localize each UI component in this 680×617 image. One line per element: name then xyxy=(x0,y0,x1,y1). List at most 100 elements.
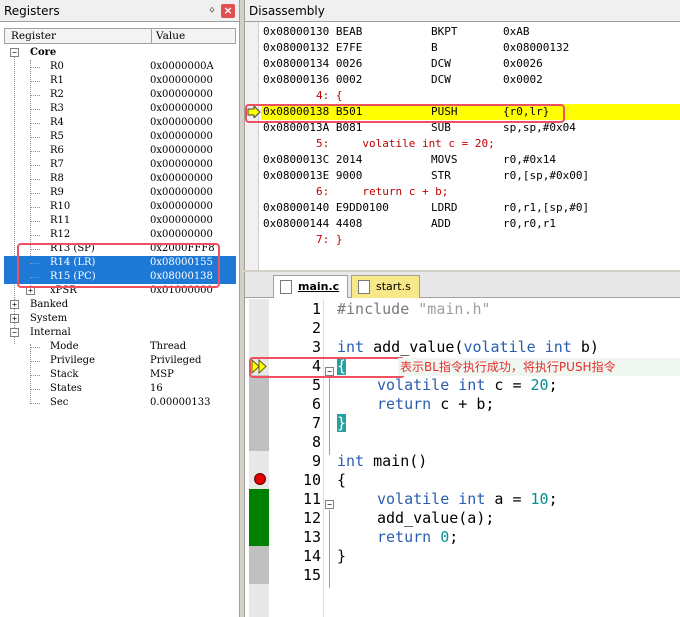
tree-node-internal[interactable]: − Internal xyxy=(4,326,236,340)
push-callout-box xyxy=(245,104,565,123)
fold-toggle-icon[interactable]: − xyxy=(325,500,334,509)
disassembly-line[interactable]: 0x08000132 E7FE B 0x08000132 xyxy=(261,40,680,56)
register-value[interactable]: 0x00000000 xyxy=(150,200,213,214)
register-callout-box xyxy=(17,243,220,288)
register-row[interactable]: R8 0x00000000 xyxy=(4,172,236,186)
instruction-ops: r0,#0x14 xyxy=(503,153,556,166)
register-row[interactable]: R10 0x00000000 xyxy=(4,200,236,214)
internal-row[interactable]: Stack MSP xyxy=(4,368,236,382)
register-value[interactable]: 0x00000000 xyxy=(150,74,213,88)
tree-node-system[interactable]: + System xyxy=(4,312,236,326)
internal-row[interactable]: States 16 xyxy=(4,382,236,396)
register-row[interactable]: R12 0x00000000 xyxy=(4,228,236,242)
register-name: R11 xyxy=(50,215,71,226)
instruction-ops: 0x0026 xyxy=(503,57,543,70)
register-value[interactable]: 0x00000000 xyxy=(150,172,213,186)
line-number: 7 xyxy=(311,414,321,432)
tree-label: Banked xyxy=(30,299,69,310)
disassembly-line[interactable]: 0x08000140 E9DD0100 LDRD r0,r1,[sp,#0] xyxy=(261,200,680,216)
instruction-addr: 0x08000132 E7FE xyxy=(263,41,363,54)
register-value[interactable]: 0x00000000 xyxy=(150,102,213,116)
disassembly-listing[interactable]: 0x08000130 BEAB BKPT 0xAB 0x08000132 E7FE B 0… xyxy=(245,22,680,270)
internal-value: MSP xyxy=(150,369,174,380)
tab-main-c[interactable]: main.c xyxy=(273,275,349,298)
source-text: 6: return c + b; xyxy=(263,185,449,198)
register-row[interactable]: R7 0x00000000 xyxy=(4,158,236,172)
disassembly-source-line[interactable]: 5: volatile int c = 20; xyxy=(261,136,680,152)
tree-label-core: Core xyxy=(30,47,57,58)
column-register[interactable]: Register xyxy=(11,30,56,42)
coverage-marker xyxy=(249,489,269,546)
pin-icon[interactable]: ᛜ xyxy=(205,4,219,18)
register-row[interactable]: R3 0x00000000 xyxy=(4,102,236,116)
register-name: R0 xyxy=(50,61,64,72)
source-text: 4: { xyxy=(263,89,343,102)
register-value[interactable]: 0x00000000 xyxy=(150,186,213,200)
tree-node-core[interactable]: − Core xyxy=(4,46,236,60)
code-line-5: volatile int c = 20; xyxy=(377,376,558,394)
register-row[interactable]: R4 0x00000000 xyxy=(4,116,236,130)
register-value[interactable]: 0x00000000 xyxy=(150,144,213,158)
code-line-9: int main() xyxy=(337,452,428,470)
register-name: R7 xyxy=(50,159,64,170)
register-name: R4 xyxy=(50,117,64,128)
instruction-addr: 0x08000130 BEAB xyxy=(263,25,363,38)
register-row[interactable]: R0 0x0000000A xyxy=(4,60,236,74)
register-value[interactable]: 0x00000000 xyxy=(150,214,213,228)
disassembly-line[interactable]: 0x08000144 4408 ADD r0,r0,r1 xyxy=(261,216,680,232)
instruction-ops: r0,r1,[sp,#0] xyxy=(503,201,590,214)
instruction-mnem: BKPT xyxy=(431,25,458,38)
internal-value: 0.00000133 xyxy=(150,397,211,408)
line-number: 6 xyxy=(311,395,321,413)
expand-icon[interactable]: + xyxy=(10,314,19,323)
tree-label: Internal xyxy=(30,327,71,338)
internal-row[interactable]: Sec 0.00000133 xyxy=(4,396,236,410)
disassembly-line[interactable]: 0x08000134 0026 DCW 0x0026 xyxy=(261,56,680,72)
internal-row[interactable]: Privilege Privileged xyxy=(4,354,236,368)
tree-node-banked[interactable]: + Banked xyxy=(4,298,236,312)
disassembly-line[interactable]: 0x08000130 BEAB BKPT 0xAB xyxy=(261,24,680,40)
register-name: R6 xyxy=(50,145,64,156)
register-row[interactable]: R11 0x00000000 xyxy=(4,214,236,228)
register-value[interactable]: 0x00000000 xyxy=(150,158,213,172)
register-name: R12 xyxy=(50,229,71,240)
code-line-1: #include "main.h" xyxy=(337,300,491,318)
expand-icon[interactable]: + xyxy=(10,300,19,309)
instruction-addr: 0x08000144 4408 xyxy=(263,217,363,230)
collapse-icon[interactable]: − xyxy=(10,48,19,57)
register-row[interactable]: R9 0x00000000 xyxy=(4,186,236,200)
disassembly-line[interactable]: 0x0800013C 2014 MOVS r0,#0x14 xyxy=(261,152,680,168)
register-value[interactable]: 0x00000000 xyxy=(150,116,213,130)
disassembly-line[interactable]: 0x08000136 0002 DCW 0x0002 xyxy=(261,72,680,88)
register-row[interactable]: R5 0x00000000 xyxy=(4,130,236,144)
register-row[interactable]: R2 0x00000000 xyxy=(4,88,236,102)
breakpoint-icon[interactable] xyxy=(253,472,267,486)
code-line-11: volatile int a = 10; xyxy=(377,490,558,508)
code-editor[interactable]: − − #include "main.h" int add_value(vola… xyxy=(245,299,680,617)
disassembly-source-line[interactable]: 6: return c + b; xyxy=(261,184,680,200)
instruction-mnem: DCW xyxy=(431,73,451,86)
internal-value: Thread xyxy=(150,341,187,352)
instruction-mnem: ADD xyxy=(431,217,451,230)
register-row[interactable]: R6 0x00000000 xyxy=(4,144,236,158)
register-row[interactable]: R1 0x00000000 xyxy=(4,74,236,88)
instruction-mnem: B xyxy=(431,41,438,54)
collapse-icon[interactable]: − xyxy=(10,328,19,337)
line-number: 14 xyxy=(302,547,321,565)
disassembly-source-line[interactable]: 7: } xyxy=(261,232,680,248)
file-icon xyxy=(280,280,292,294)
register-value[interactable]: 0x00000000 xyxy=(150,88,213,102)
tab-start-s[interactable]: start.s xyxy=(351,275,420,298)
close-icon[interactable]: × xyxy=(221,4,235,18)
disassembly-gutter[interactable] xyxy=(245,22,259,270)
register-value[interactable]: 0x00000000 xyxy=(150,228,213,242)
disassembly-line[interactable]: 0x0800013E 9000 STR r0,[sp,#0x00] xyxy=(261,168,680,184)
instruction-ops: 0x0002 xyxy=(503,73,543,86)
register-name: R2 xyxy=(50,89,64,100)
register-name: R5 xyxy=(50,131,64,142)
column-value[interactable]: Value xyxy=(151,29,185,43)
register-value[interactable]: 0x00000000 xyxy=(150,130,213,144)
register-value[interactable]: 0x0000000A xyxy=(150,60,214,74)
internal-row[interactable]: Mode Thread xyxy=(4,340,236,354)
disassembly-source-line[interactable]: 4: { xyxy=(261,88,680,104)
